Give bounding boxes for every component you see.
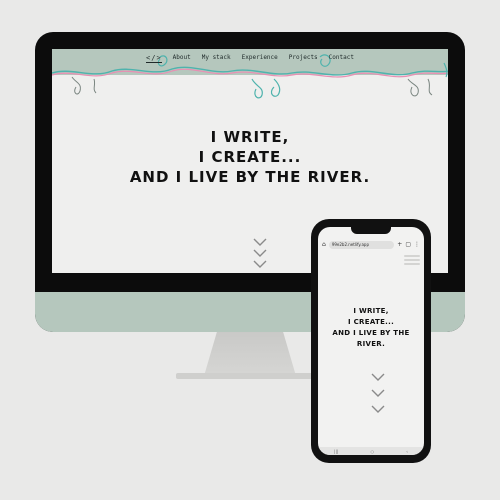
mobile-hero-heading: I WRITE, I CREATE... AND I LIVE BY THE R… — [318, 306, 424, 350]
mobile-scroll-down-icon[interactable] — [371, 372, 385, 418]
nav-item-my-stack[interactable]: My stack — [202, 54, 231, 63]
mobile-hero-line-1: I WRITE, — [353, 307, 389, 315]
hamburger-menu-icon[interactable] — [404, 255, 420, 267]
main-nav: </> About My stack Experience Projects C… — [52, 54, 448, 63]
browser-url-bar: ⌂ 99e2b2.netlify.app + ▢ ⋮ — [322, 240, 420, 250]
mobile-hero-line-2: I CREATE... — [347, 318, 395, 326]
menu-kebab-icon[interactable]: ⋮ — [414, 241, 420, 249]
home-button-icon[interactable]: ○ — [370, 449, 374, 454]
new-tab-icon[interactable]: + — [397, 241, 402, 249]
monitor-stand — [204, 332, 296, 376]
mobile-screen: ⌂ 99e2b2.netlify.app + ▢ ⋮ I WRITE, I CR… — [318, 227, 424, 455]
monitor-stand-base — [176, 373, 324, 379]
mobile-hero-line-3: AND I LIVE BY THE RIVER. — [332, 329, 410, 348]
tabs-icon[interactable]: ▢ — [405, 241, 411, 249]
nav-item-about[interactable]: About — [173, 54, 191, 63]
nav-item-contact[interactable]: Contact — [329, 54, 354, 63]
url-field[interactable]: 99e2b2.netlify.app — [328, 241, 395, 249]
scroll-down-icon[interactable] — [253, 237, 267, 271]
hero-line-2: I CREATE... — [198, 148, 302, 166]
recents-icon[interactable]: ||| — [334, 449, 338, 454]
hero-heading: I WRITE, I CREATE... AND I LIVE BY THE R… — [52, 127, 448, 187]
home-icon[interactable]: ⌂ — [322, 241, 326, 249]
mobile-phone: ⌂ 99e2b2.netlify.app + ▢ ⋮ I WRITE, I CR… — [311, 219, 431, 463]
hero-line-1: I WRITE, — [210, 128, 290, 146]
nav-item-projects[interactable]: Projects — [289, 54, 318, 63]
hero-line-3: AND I LIVE BY THE RIVER. — [129, 168, 371, 186]
back-icon[interactable]: ‹ — [406, 449, 408, 454]
nav-item-experience[interactable]: Experience — [242, 54, 278, 63]
phone-notch — [351, 227, 391, 234]
android-nav-bar: ||| ○ ‹ — [318, 447, 424, 455]
logo-link[interactable]: </> — [146, 54, 162, 63]
